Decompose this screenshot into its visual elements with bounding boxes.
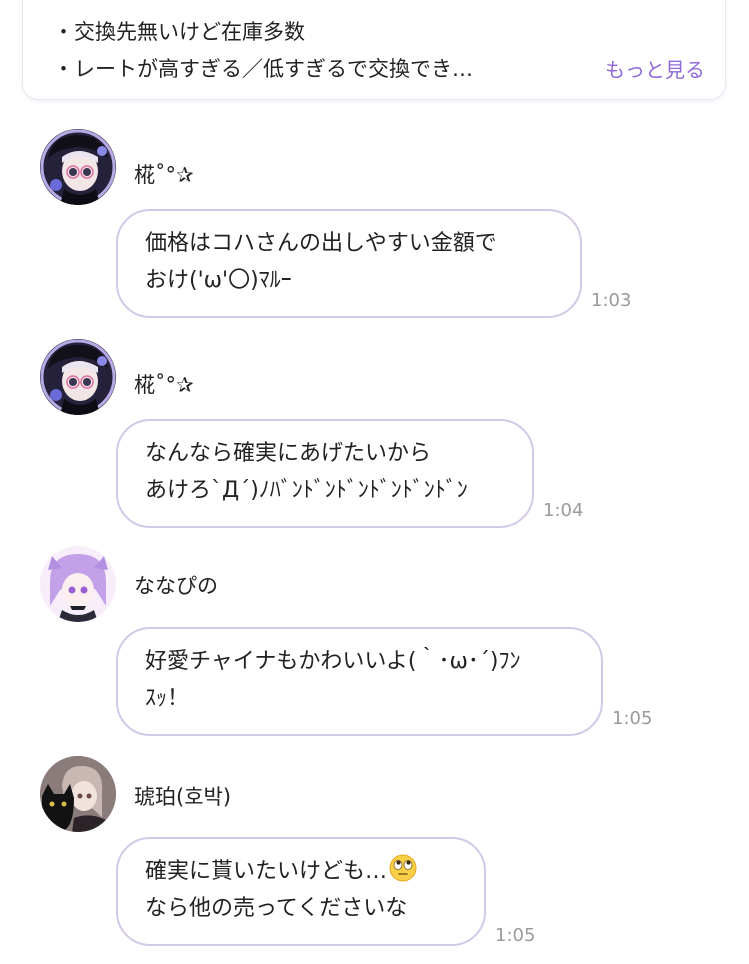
chat-message: 椛˚°✰ なんなら確実にあげたいから あけろ`Д´)ﾉﾊﾞﾝﾄﾞﾝﾄﾞﾝﾄﾞﾝﾄ… xyxy=(0,339,749,531)
message-line: 確実に貰いたいけども… xyxy=(145,853,458,890)
avatar-girl-dark-hair-icon xyxy=(40,129,116,205)
sender-name: 椛˚°✰ xyxy=(134,163,194,187)
message-line: なら他の売ってくださいな xyxy=(145,896,408,921)
message-line: 好愛チャイナもかわいいよ(｀･ω･´)ﾌﾝ xyxy=(145,649,521,674)
message-timestamp: 1:05 xyxy=(612,708,653,729)
message-line: おけ('ω'〇)ﾏﾙｰ xyxy=(145,268,292,293)
avatar-girl-dark-hair-icon xyxy=(40,339,116,415)
message-timestamp: 1:05 xyxy=(495,925,536,946)
message-line: あけろ`Д´)ﾉﾊﾞﾝﾄﾞﾝﾄﾞﾝﾄﾞﾝﾄﾞﾝﾄﾞﾝ xyxy=(145,478,468,503)
face-with-rolling-eyes-icon xyxy=(389,854,417,882)
notice-line-1: ・交換先無いけど在庫多数 xyxy=(53,20,305,44)
see-more-link[interactable]: もっと見る xyxy=(605,54,705,83)
avatar[interactable] xyxy=(40,546,116,622)
avatar-girl-with-black-cat-icon xyxy=(40,756,116,832)
chat-message: 琥珀(호박) 確実に貰いたいけども… なら他の売ってくださいな 1:05 xyxy=(0,756,749,964)
avatar-girl-purple-hair-icon xyxy=(40,546,116,622)
avatar[interactable] xyxy=(40,129,116,205)
message-line: 価格はコハさんの出しやすい金額で xyxy=(145,231,497,256)
message-line: ｽｯ！ xyxy=(145,686,190,711)
avatar[interactable] xyxy=(40,339,116,415)
sender-name: ななぴの xyxy=(134,574,218,598)
message-bubble[interactable]: なんなら確実にあげたいから あけろ`Д´)ﾉﾊﾞﾝﾄﾞﾝﾄﾞﾝﾄﾞﾝﾄﾞﾝﾄﾞﾝ xyxy=(116,419,534,528)
chat-message: ななぴの 好愛チャイナもかわいいよ(｀･ω･´)ﾌﾝ ｽｯ！ 1:05 xyxy=(0,546,749,738)
message-timestamp: 1:04 xyxy=(543,500,584,521)
message-text: 確実に貰いたいけども… xyxy=(145,859,388,884)
chat-message: 椛˚°✰ 価格はコハさんの出しやすい金額で おけ('ω'〇)ﾏﾙｰ 1:03 xyxy=(0,129,749,321)
message-line: なんなら確実にあげたいから xyxy=(145,441,432,466)
message-timestamp: 1:03 xyxy=(591,290,632,311)
sender-name: 琥珀(호박) xyxy=(134,785,232,809)
sender-name: 椛˚°✰ xyxy=(134,373,194,397)
message-bubble[interactable]: 好愛チャイナもかわいいよ(｀･ω･´)ﾌﾝ ｽｯ！ xyxy=(116,627,603,736)
listing-notice-card: ・交換先無いけど在庫多数 ・レートが高すぎる／低すぎるで交換でき… もっと見る xyxy=(22,0,726,100)
message-bubble[interactable]: 価格はコハさんの出しやすい金額で おけ('ω'〇)ﾏﾙｰ xyxy=(116,209,582,318)
avatar[interactable] xyxy=(40,756,116,832)
message-bubble[interactable]: 確実に貰いたいけども… なら他の売ってくださいな xyxy=(116,837,486,946)
notice-line-2: ・レートが高すぎる／低すぎるで交換でき… xyxy=(53,57,473,81)
